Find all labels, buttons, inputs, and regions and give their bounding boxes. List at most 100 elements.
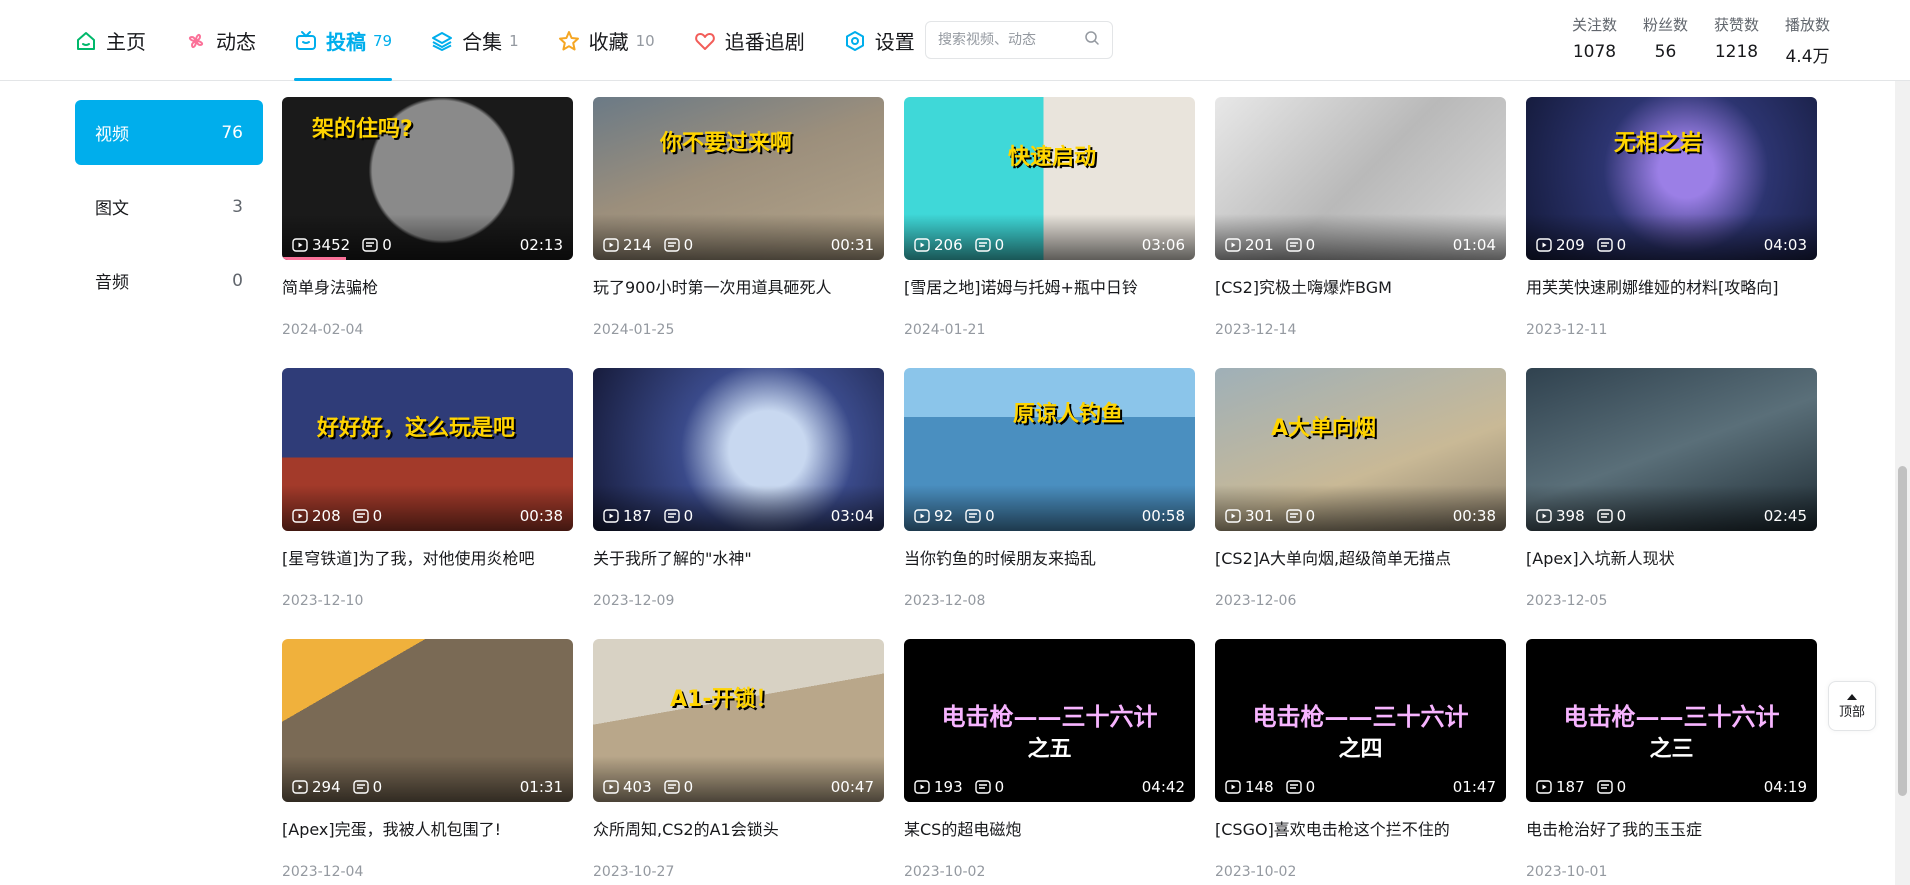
video-card[interactable]: 架的住吗? 3452 0 02:13 简单身法骗枪 2024-02-04 — [282, 97, 573, 368]
video-stats: 201 0 01:04 — [1225, 236, 1496, 254]
danmaku-count-value: 0 — [994, 778, 1005, 796]
danmaku-icon — [1285, 238, 1302, 252]
video-title[interactable]: [CS2]究极土嗨爆炸BGM — [1215, 274, 1506, 296]
danmaku-count: 0 — [1285, 778, 1315, 796]
video-thumbnail[interactable]: 架的住吗? 3452 0 02:13 — [282, 97, 573, 260]
video-title[interactable]: 玩了900小时第一次用道具砸死人 — [593, 274, 884, 296]
video-card[interactable]: 187 0 03:04 关于我所了解的"水神" 2023-12-09 — [593, 368, 884, 639]
video-duration: 03:06 — [1141, 236, 1185, 254]
view-count-value: 209 — [1556, 236, 1585, 254]
tab-settings[interactable]: 设置 — [843, 0, 915, 81]
video-title[interactable]: [Apex]入坑新人现状 — [1526, 545, 1817, 567]
video-thumbnail[interactable]: 原谅人钓鱼 92 0 00:58 — [904, 368, 1195, 531]
video-thumbnail[interactable]: 187 0 03:04 — [593, 368, 884, 531]
tab-collections[interactable]: 合集 1 — [430, 0, 519, 81]
video-title[interactable]: 当你钓鱼的时候朋友来捣乱 — [904, 545, 1195, 567]
video-title[interactable]: 电击枪治好了我的玉玉症 — [1526, 816, 1817, 838]
tab-dynamic[interactable]: 动态 — [184, 0, 256, 81]
home-icon — [74, 29, 98, 53]
danmaku-count-value: 0 — [1616, 778, 1627, 796]
sidebar-item-label: 视频 — [95, 125, 129, 145]
view-count-value: 92 — [934, 507, 954, 525]
video-title[interactable]: [CS2]A大单向烟,超级简单无描点 — [1215, 545, 1506, 567]
video-thumbnail[interactable]: 你不要过来啊 214 0 00:31 — [593, 97, 884, 260]
danmaku-icon — [663, 509, 680, 523]
video-duration: 00:47 — [830, 778, 874, 796]
video-grid: 架的住吗? 3452 0 02:13 简单身法骗枪 2024-02-04 你不要过来啊 214… — [282, 97, 1817, 885]
page-scrollbar[interactable] — [1895, 81, 1910, 885]
video-card[interactable]: 电击枪——三十六计 之四 148 0 01:47 [CSGO]喜欢电击枪这个拦不住的 202… — [1215, 639, 1506, 885]
video-title[interactable]: [雪居之地]诺姆与托姆+瓶中日铃 — [904, 274, 1195, 296]
stat-following[interactable]: 关注数 1078 — [1572, 14, 1617, 67]
layers-icon — [430, 29, 454, 53]
scrollbar-thumb[interactable] — [1898, 466, 1907, 796]
video-card[interactable]: 电击枪——三十六计 之五 193 0 04:42 某CS的超电磁炮 2023-10-02 — [904, 639, 1195, 885]
video-title[interactable]: 某CS的超电磁炮 — [904, 816, 1195, 838]
video-card[interactable]: 398 0 02:45 [Apex]入坑新人现状 2023-12-05 — [1526, 368, 1817, 639]
sidebar-item-article[interactable]: 图文 3 — [75, 174, 263, 239]
stat-followers[interactable]: 粉丝数 56 — [1643, 14, 1688, 67]
video-card[interactable]: 电击枪——三十六计 之三 187 0 04:19 电击枪治好了我的玉玉症 2023-10-0… — [1526, 639, 1817, 885]
video-title[interactable]: 简单身法骗枪 — [282, 274, 573, 296]
sidebar-item-video[interactable]: 视频 76 — [75, 100, 263, 165]
video-thumbnail[interactable]: 电击枪——三十六计 之三 187 0 04:19 — [1526, 639, 1817, 802]
video-card[interactable]: 好好好，这么玩是吧 208 0 00:38 [星穹铁道]为了我，对他使用炎枪吧 2023-… — [282, 368, 573, 639]
play-count-icon — [1536, 509, 1552, 523]
video-card[interactable]: 原谅人钓鱼 92 0 00:58 当你钓鱼的时候朋友来捣乱 2023-12-08 — [904, 368, 1195, 639]
video-card[interactable]: A大单向烟 301 0 00:38 [CS2]A大单向烟,超级简单无描点 2023-12-… — [1215, 368, 1506, 639]
tab-uploads[interactable]: 投稿 79 — [294, 0, 393, 81]
video-date: 2023-10-01 — [1526, 864, 1608, 880]
view-count-value: 148 — [1245, 778, 1274, 796]
danmaku-count-value: 0 — [372, 507, 383, 525]
stat-plays: 播放数 4.4万 — [1785, 14, 1830, 67]
video-title[interactable]: [星穹铁道]为了我，对他使用炎枪吧 — [282, 545, 573, 567]
search-input[interactable] — [938, 32, 1084, 48]
tab-favorites[interactable]: 收藏 10 — [557, 0, 655, 81]
video-thumbnail[interactable]: 无相之岩 209 0 04:03 — [1526, 97, 1817, 260]
view-count: 92 — [914, 507, 953, 525]
video-thumbnail[interactable]: 294 0 01:31 — [282, 639, 573, 802]
video-thumbnail[interactable]: 201 0 01:04 — [1215, 97, 1506, 260]
thumbnail-overlay-text: 架的住吗? — [312, 117, 413, 142]
tab-nav: 主页 动态 投稿 79 合集 1 收藏 10 追番追剧 设置 — [74, 0, 953, 81]
play-count-icon — [603, 238, 619, 252]
video-thumbnail[interactable]: 电击枪——三十六计 之五 193 0 04:42 — [904, 639, 1195, 802]
video-date: 2023-10-02 — [904, 864, 986, 880]
video-title[interactable]: [Apex]完蛋，我被人机包围了! — [282, 816, 573, 838]
tab-home[interactable]: 主页 — [74, 0, 146, 81]
play-count-icon — [1225, 238, 1241, 252]
video-stats: 187 0 03:04 — [603, 507, 874, 525]
danmaku-count: 0 — [1596, 778, 1627, 796]
video-stats: 148 0 01:47 — [1225, 778, 1496, 796]
thumbnail-overlay-text: 快速启动 — [1008, 145, 1097, 170]
video-card[interactable]: 快速启动 206 0 03:06 [雪居之地]诺姆与托姆+瓶中日铃 2024-01-21 — [904, 97, 1195, 368]
video-thumbnail[interactable]: 电击枪——三十六计 之四 148 0 01:47 — [1215, 639, 1506, 802]
video-thumbnail[interactable]: 快速启动 206 0 03:06 — [904, 97, 1195, 260]
video-card[interactable]: 201 0 01:04 [CS2]究极土嗨爆炸BGM 2023-12-14 — [1215, 97, 1506, 368]
video-title[interactable]: 众所周知,CS2的A1会锁头 — [593, 816, 884, 838]
tab-bangumi[interactable]: 追番追剧 — [693, 0, 805, 81]
video-thumbnail[interactable]: 398 0 02:45 — [1526, 368, 1817, 531]
video-thumbnail[interactable]: A1-开锁！ 403 0 00:47 — [593, 639, 884, 802]
danmaku-count-value: 0 — [683, 778, 694, 796]
view-count: 208 — [292, 507, 341, 525]
video-card[interactable]: 你不要过来啊 214 0 00:31 玩了900小时第一次用道具砸死人 2024-01-2… — [593, 97, 884, 368]
video-card[interactable]: 无相之岩 209 0 04:03 用芙芙快速刷娜维娅的材料[攻略向] 2023-12-11 — [1526, 97, 1817, 368]
video-title[interactable]: [CSGO]喜欢电击枪这个拦不住的 — [1215, 816, 1506, 838]
danmaku-count-value: 0 — [382, 236, 392, 254]
danmaku-count: 0 — [352, 778, 382, 796]
video-card[interactable]: A1-开锁！ 403 0 00:47 众所周知,CS2的A1会锁头 2023-10-27 — [593, 639, 884, 885]
video-thumbnail[interactable]: A大单向烟 301 0 00:38 — [1215, 368, 1506, 531]
view-count-value: 187 — [1556, 778, 1585, 796]
video-title[interactable]: 关于我所了解的"水神" — [593, 545, 884, 567]
sidebar-item-audio[interactable]: 音频 0 — [75, 248, 263, 313]
search-icon[interactable] — [1084, 30, 1100, 50]
video-duration: 04:42 — [1141, 778, 1185, 796]
video-date: 2023-12-09 — [593, 593, 675, 609]
back-to-top-button[interactable]: 顶部 — [1828, 681, 1876, 731]
video-duration: 02:13 — [519, 236, 563, 254]
video-title[interactable]: 用芙芙快速刷娜维娅的材料[攻略向] — [1526, 274, 1817, 296]
video-card[interactable]: 294 0 01:31 [Apex]完蛋，我被人机包围了! 2023-12-04 — [282, 639, 573, 885]
danmaku-count-value: 0 — [1616, 236, 1627, 254]
video-thumbnail[interactable]: 好好好，这么玩是吧 208 0 00:38 — [282, 368, 573, 531]
